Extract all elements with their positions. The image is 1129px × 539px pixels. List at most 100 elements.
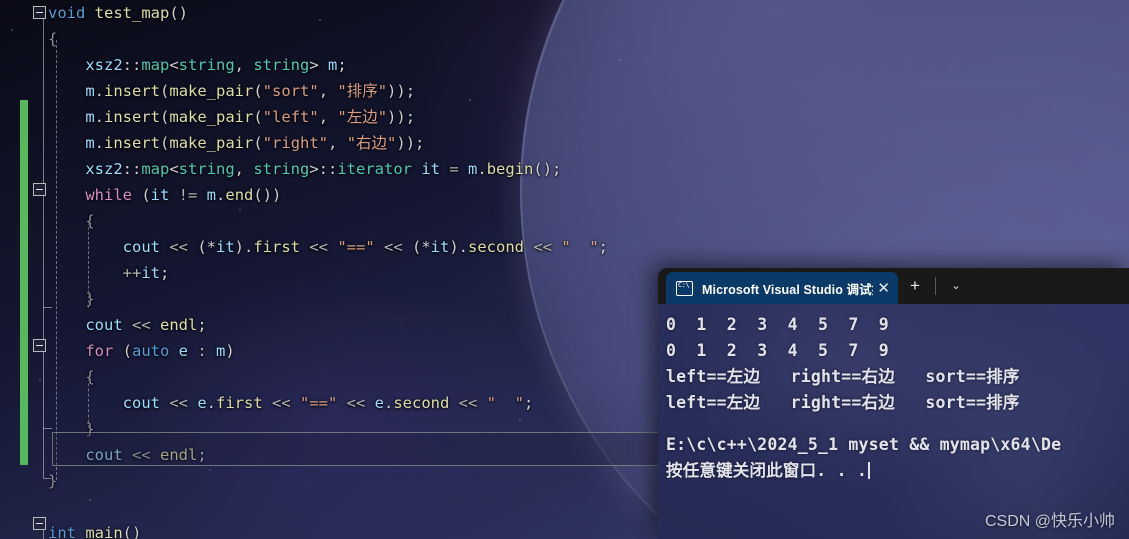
code-line-text: cout << endl; (48, 312, 207, 338)
code-token: begin (486, 160, 534, 178)
code-token: "right" (262, 134, 329, 152)
code-token: map (141, 160, 170, 178)
code-token: ; (598, 238, 608, 256)
console-window[interactable]: Microsoft Visual Studio 调试控制台 ✕ + ⌄ 0 1 … (658, 268, 1129, 539)
code-line[interactable]: xsz2::map<string, string>::iterator it =… (0, 156, 1129, 182)
code-token: != (169, 186, 207, 204)
code-token: ). (449, 238, 468, 256)
code-line[interactable]: m.insert(make_pair("left", "左边")); (0, 104, 1129, 130)
console-output[interactable]: 0 1 2 3 4 5 7 9 0 1 2 3 4 5 7 9 left==左边 r… (658, 304, 1129, 539)
code-token: it (150, 186, 170, 204)
code-line-text: for (auto e : m) (48, 338, 235, 364)
close-icon[interactable]: ✕ (877, 281, 890, 296)
code-token: ) (225, 342, 235, 360)
code-token: << (374, 238, 412, 256)
code-line-text: { (48, 364, 95, 390)
code-token: << (159, 394, 198, 412)
code-token: ( (253, 134, 263, 152)
code-token: end (225, 186, 254, 204)
code-line[interactable]: while (it != m.end()) (0, 182, 1129, 208)
code-token: ; (524, 394, 534, 412)
code-token: << (122, 316, 160, 334)
code-line-text: int main() (48, 520, 141, 539)
code-token: ( (132, 186, 151, 204)
code-token: () (169, 4, 188, 22)
code-line[interactable]: void test_map() (0, 0, 1129, 26)
code-token: first (216, 394, 263, 412)
code-token: m (48, 108, 95, 126)
code-token: , (318, 108, 338, 126)
console-output-line: left==左边 right==右边 sort==排序 (666, 367, 1020, 386)
code-token: insert (104, 82, 161, 100)
code-token: it (141, 264, 160, 282)
console-tab-active[interactable]: Microsoft Visual Studio 调试控制台 ✕ (666, 272, 898, 304)
code-token: . (384, 394, 394, 412)
code-token: string (253, 56, 310, 74)
code-token: . (94, 134, 105, 152)
code-token: ( (160, 134, 170, 152)
code-token: iterator (337, 160, 412, 178)
code-token: << (159, 238, 198, 256)
code-line-text: m.insert(make_pair("left", "左边")); (48, 104, 415, 130)
code-token: "左边" (337, 108, 388, 126)
code-token: < (169, 160, 179, 178)
code-token: ; (197, 316, 207, 334)
code-token: << (262, 394, 300, 412)
code-token: it (430, 238, 450, 256)
code-token: m (328, 56, 338, 74)
code-token: = (440, 160, 469, 178)
code-line-text: cout << (*it).first << "==" << (*it).sec… (48, 234, 608, 260)
console-path-line: E:\c\c++\2024_5_1 myset && mymap\x64\De (666, 435, 1062, 454)
code-line[interactable]: { (0, 208, 1129, 234)
code-token: for (48, 342, 114, 360)
code-line-text: ++it; (48, 260, 170, 286)
code-token: xsz2 (48, 56, 123, 74)
code-token: << (449, 394, 487, 412)
console-prompt-text: 按任意键关闭此窗口. . . (666, 461, 867, 480)
code-token: ( (113, 342, 132, 360)
code-token: void (48, 4, 86, 22)
code-token: m (48, 134, 95, 152)
code-line[interactable]: { (0, 26, 1129, 52)
code-token: << (300, 238, 338, 256)
code-line-text: { (48, 26, 57, 52)
code-token: ( (160, 82, 170, 100)
code-token: map (141, 56, 170, 74)
code-token: { (48, 368, 95, 386)
code-token: insert (104, 134, 161, 152)
code-token: << (524, 238, 562, 256)
console-output-line: 0 1 2 3 4 5 7 9 (666, 341, 889, 360)
code-line[interactable]: m.insert(make_pair("sort", "排序")); (0, 78, 1129, 104)
new-tab-button[interactable]: + (898, 268, 932, 304)
code-token: (); (533, 160, 562, 178)
screenshot-root: void test_map(){ xsz2::map<string, strin… (0, 0, 1129, 539)
code-line[interactable]: m.insert(make_pair("right", "右边")); (0, 130, 1129, 156)
code-token: e (197, 394, 207, 412)
code-token: :: (122, 160, 142, 178)
code-token: < (169, 56, 179, 74)
chevron-down-icon[interactable]: ⌄ (939, 268, 973, 304)
console-output-lines: 0 1 2 3 4 5 7 9 0 1 2 3 4 5 7 9 left==左边 r… (658, 312, 1129, 416)
code-token: . (94, 82, 105, 100)
code-token: (* (411, 238, 431, 256)
code-token: "==" (300, 394, 338, 412)
code-token: auto (132, 342, 170, 360)
code-token: endl (159, 316, 198, 334)
code-token: ; (160, 264, 170, 282)
code-token: string (178, 160, 235, 178)
code-line[interactable]: xsz2::map<string, string> m; (0, 52, 1129, 78)
code-token: ( (253, 108, 263, 126)
console-titlebar[interactable]: Microsoft Visual Studio 调试控制台 ✕ + ⌄ (658, 268, 1129, 304)
code-token: , (234, 160, 254, 178)
code-line[interactable]: cout << (*it).first << "==" << (*it).sec… (0, 234, 1129, 260)
code-token: insert (104, 108, 161, 126)
code-token: { (48, 30, 58, 48)
code-token: test_map (94, 4, 170, 22)
code-token: make_pair (169, 134, 254, 152)
code-token: "sort" (262, 82, 319, 100)
code-token: )); (387, 82, 416, 100)
code-line-text: void test_map() (48, 0, 188, 26)
code-token: << (337, 394, 375, 412)
